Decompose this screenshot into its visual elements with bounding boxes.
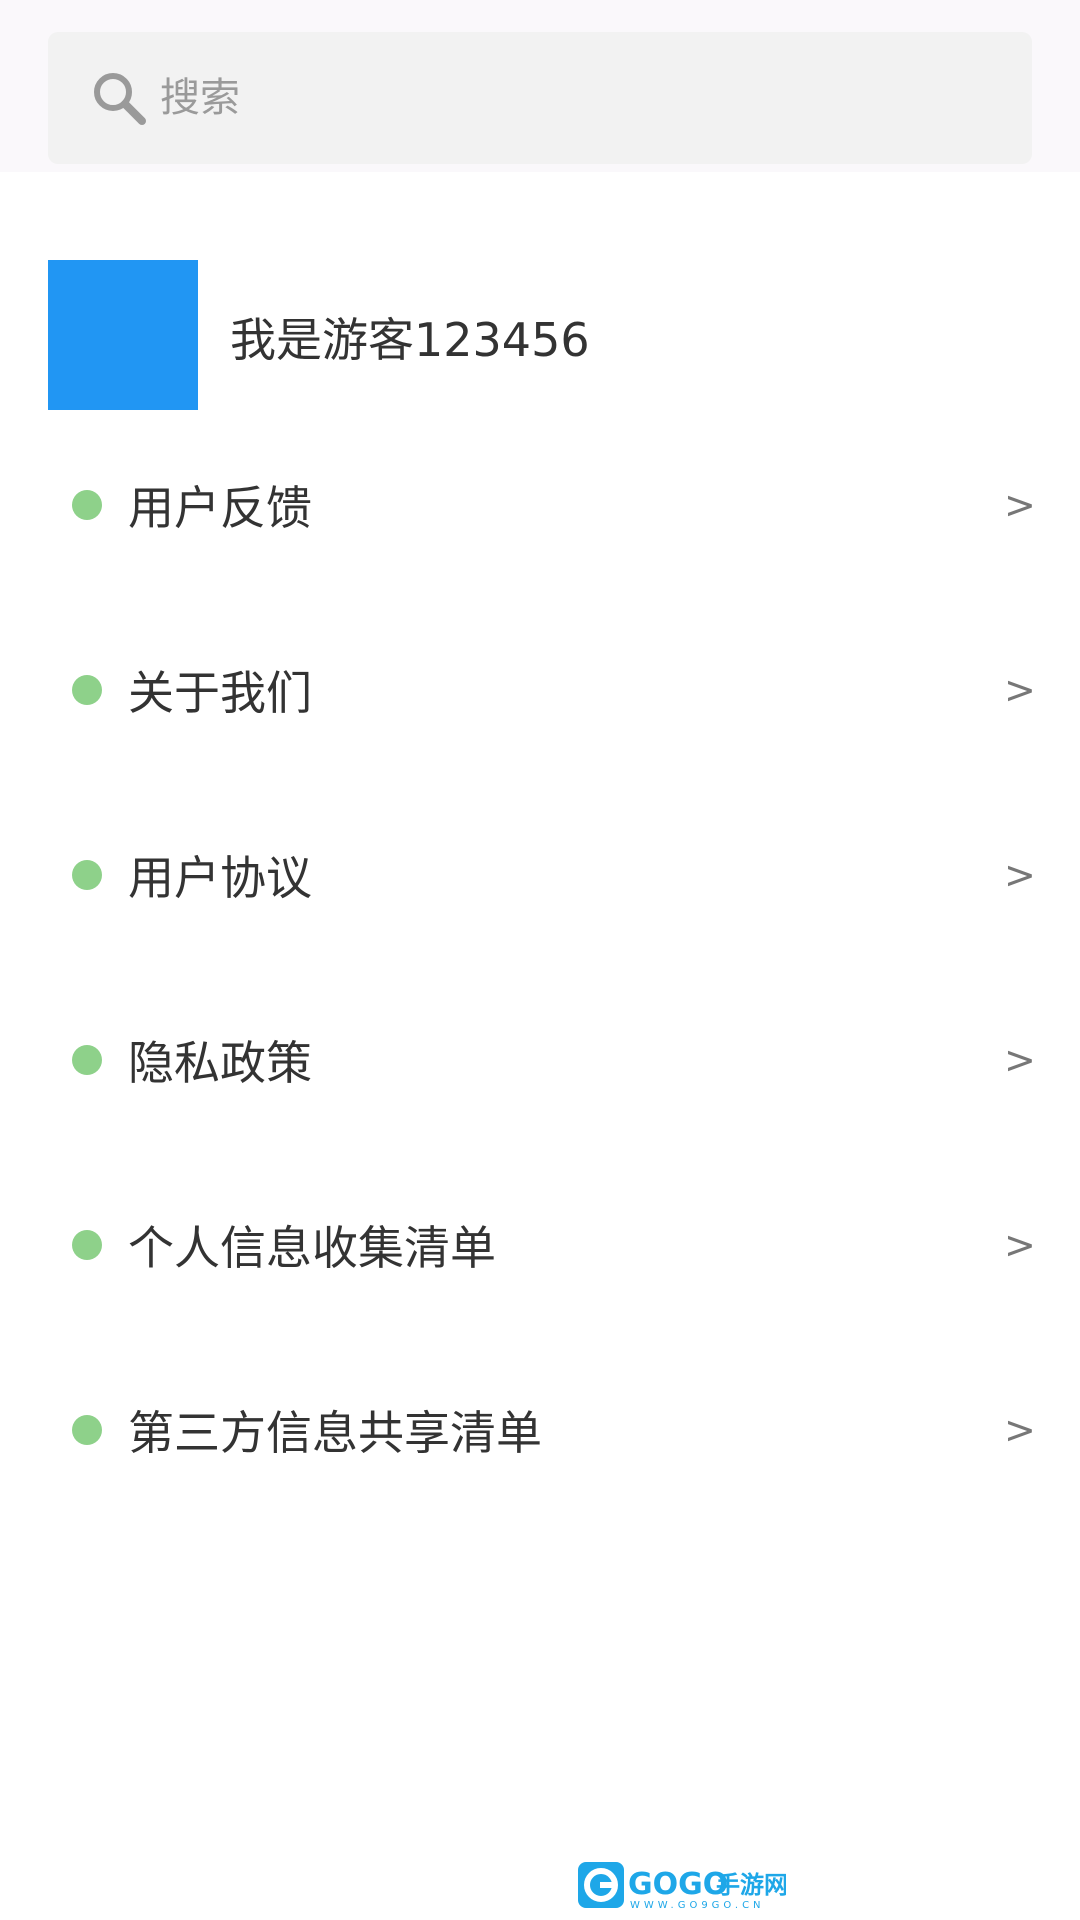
search-box[interactable] bbox=[48, 32, 1032, 164]
svg-text:WWW.GO9GO.CN: WWW.GO9GO.CN bbox=[630, 1900, 765, 1910]
chevron-right-icon: > bbox=[1004, 668, 1036, 712]
menu-item-label: 隐私政策 bbox=[128, 1036, 312, 1090]
username: 我是游客123456 bbox=[230, 313, 590, 367]
gogo-logo: GOGO 手游网 WWW.GO9GO.CN bbox=[578, 1860, 788, 1911]
chevron-right-icon: > bbox=[1004, 483, 1036, 527]
bullet-icon bbox=[72, 675, 102, 705]
avatar[interactable] bbox=[48, 260, 198, 410]
search-input[interactable] bbox=[158, 74, 942, 122]
bullet-icon bbox=[72, 860, 102, 890]
menu-item-label: 用户反馈 bbox=[128, 481, 312, 535]
menu-item-third-party-sharing-list[interactable]: 第三方信息共享清单 > bbox=[0, 1355, 1080, 1505]
menu-item-privacy-policy[interactable]: 隐私政策 > bbox=[0, 985, 1080, 1135]
menu-item-personal-info-list[interactable]: 个人信息收集清单 > bbox=[0, 1170, 1080, 1320]
bullet-icon bbox=[72, 1045, 102, 1075]
bullet-icon bbox=[72, 490, 102, 520]
menu-item-label: 用户协议 bbox=[128, 851, 312, 905]
search-bar-area bbox=[0, 0, 1080, 172]
chevron-right-icon: > bbox=[1004, 1408, 1036, 1452]
bullet-icon bbox=[72, 1230, 102, 1260]
menu-item-label: 个人信息收集清单 bbox=[128, 1221, 496, 1275]
chevron-right-icon: > bbox=[1004, 1223, 1036, 1267]
menu-item-about-us[interactable]: 关于我们 > bbox=[0, 615, 1080, 765]
svg-text:GOGO: GOGO bbox=[628, 1867, 728, 1902]
search-icon bbox=[90, 69, 148, 127]
menu-item-label: 第三方信息共享清单 bbox=[128, 1406, 542, 1460]
chevron-right-icon: > bbox=[1004, 853, 1036, 897]
menu-item-label: 关于我们 bbox=[128, 666, 312, 720]
user-profile[interactable]: 我是游客123456 bbox=[48, 260, 590, 410]
chevron-right-icon: > bbox=[1004, 1038, 1036, 1082]
menu-item-user-agreement[interactable]: 用户协议 > bbox=[0, 800, 1080, 950]
bullet-icon bbox=[72, 1415, 102, 1445]
menu-item-feedback[interactable]: 用户反馈 > bbox=[0, 430, 1080, 580]
svg-text:手游网: 手游网 bbox=[716, 1871, 786, 1899]
